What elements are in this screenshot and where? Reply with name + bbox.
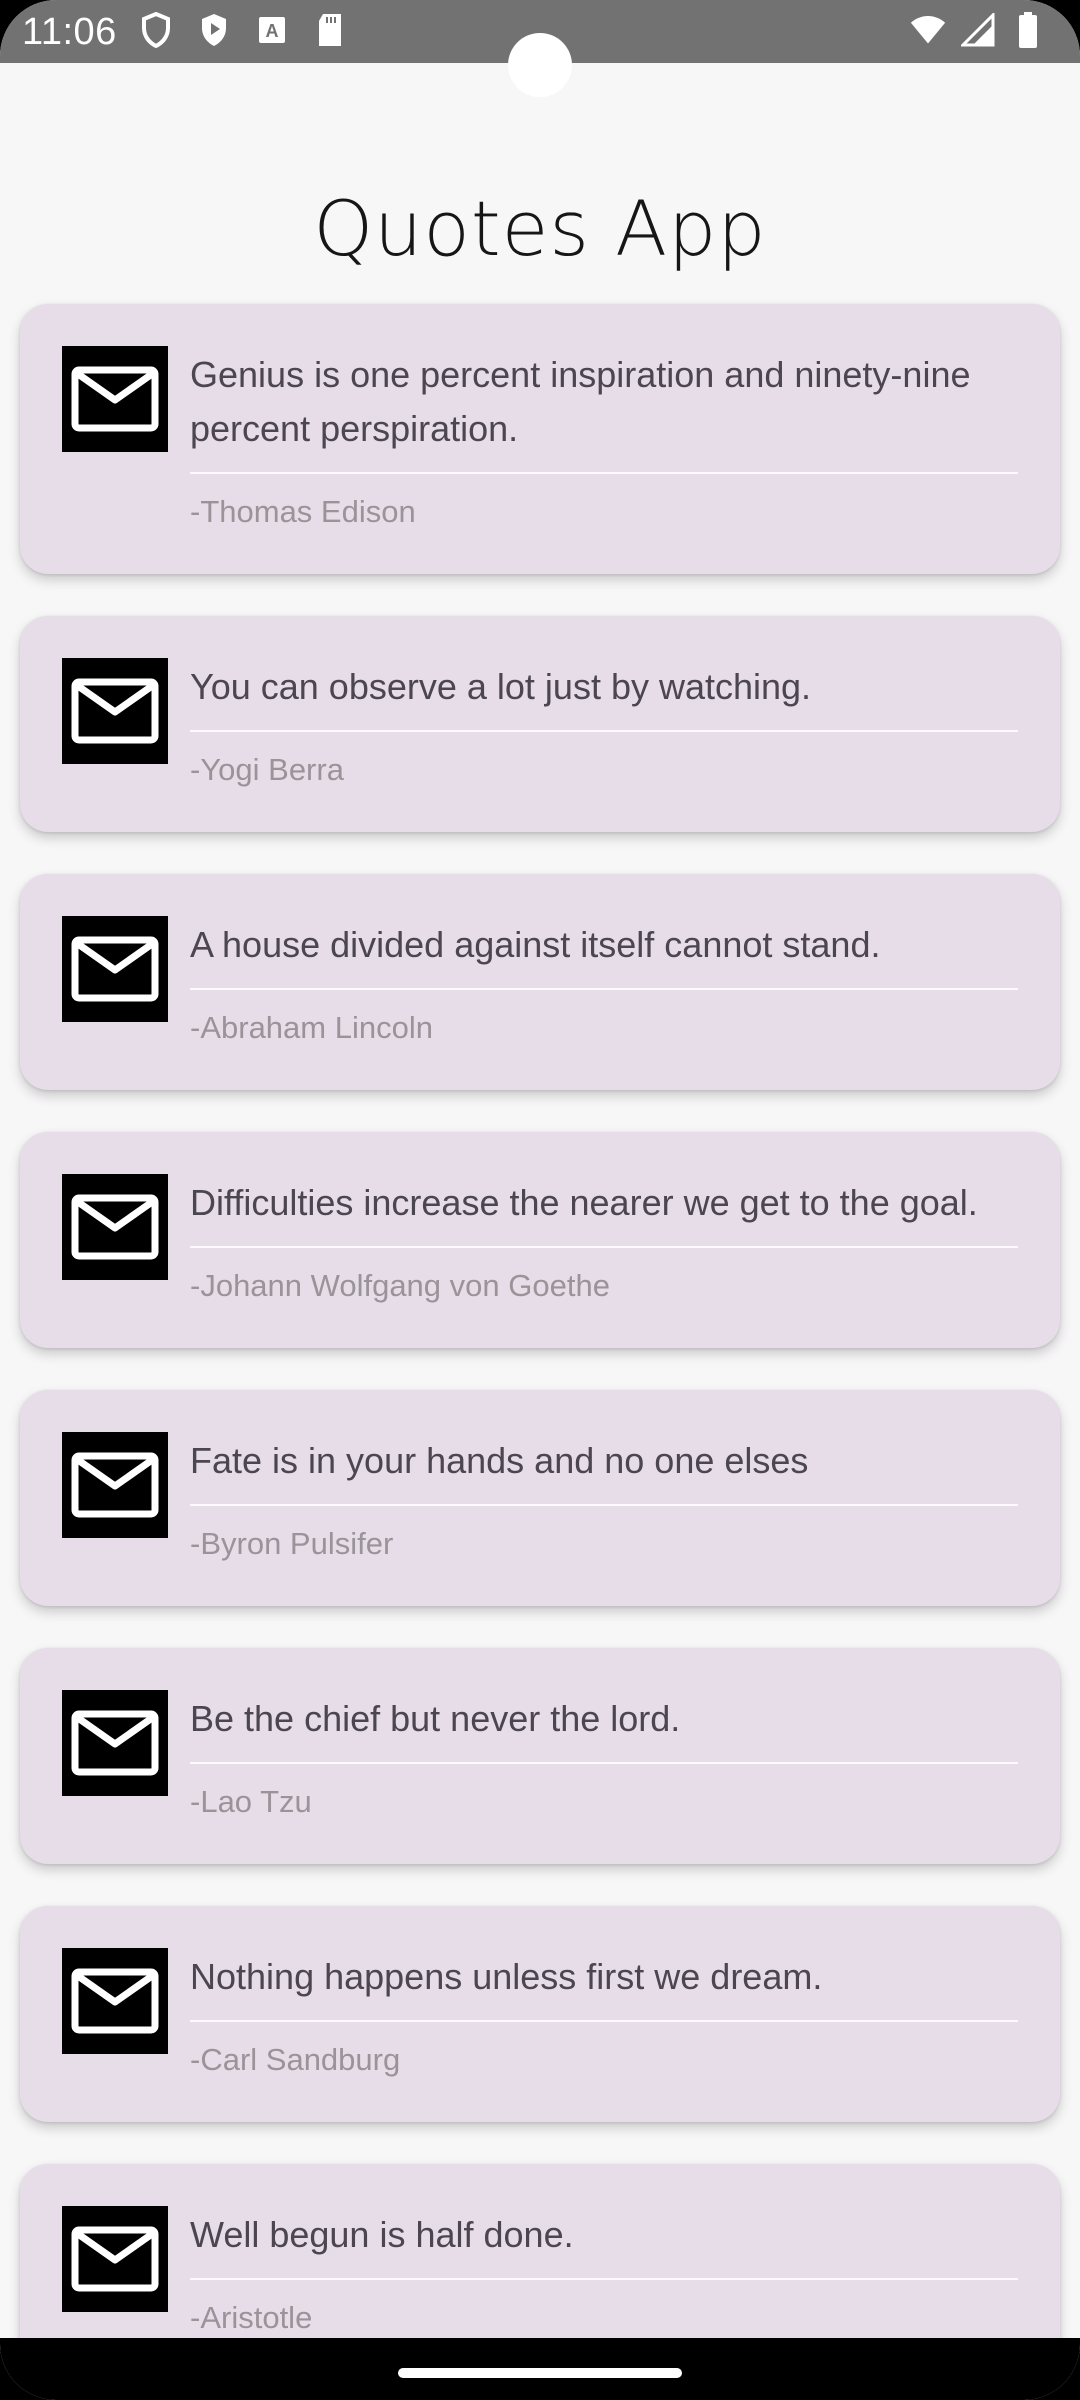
quote-text: Well begun is half done.	[190, 2214, 574, 2255]
quote-card[interactable]: Difficulties increase the nearer we get …	[20, 1132, 1060, 1348]
quote-text: Genius is one percent inspiration and ni…	[190, 354, 971, 449]
sd-card-icon	[312, 10, 348, 50]
quote-divider	[190, 988, 1018, 990]
quotes-screen: 11:06 A Quotes App Genius is one percent…	[0, 0, 1080, 2400]
mail-icon	[62, 1432, 168, 1538]
quote-card[interactable]: Fate is in your hands and no one elses -…	[20, 1390, 1060, 1606]
quote-divider	[190, 2020, 1018, 2022]
quote-text: Nothing happens unless first we dream.	[190, 1956, 823, 1997]
quote-author: -Thomas Edison	[190, 494, 416, 529]
mail-icon	[62, 1174, 168, 1280]
mail-icon	[62, 658, 168, 764]
quote-card[interactable]: Genius is one percent inspiration and ni…	[20, 304, 1060, 574]
quote-content: Difficulties increase the nearer we get …	[190, 1174, 1018, 1308]
quote-author: -Lao Tzu	[190, 1784, 312, 1819]
mail-icon	[62, 346, 168, 452]
quote-divider	[190, 1762, 1018, 1764]
quote-card[interactable]: Be the chief but never the lord. -Lao Tz…	[20, 1648, 1060, 1864]
quote-list[interactable]: Genius is one percent inspiration and ni…	[20, 304, 1060, 2380]
shield-icon	[138, 10, 174, 50]
battery-icon	[1010, 10, 1046, 50]
quote-divider	[190, 472, 1018, 474]
wifi-icon	[910, 10, 946, 50]
quote-content: A house divided against itself cannot st…	[190, 916, 1018, 1050]
quote-text: Be the chief but never the lord.	[190, 1698, 681, 1739]
mail-icon	[62, 916, 168, 1022]
quote-author: -Carl Sandburg	[190, 2042, 401, 2077]
mail-icon	[62, 1690, 168, 1796]
quote-content: Be the chief but never the lord. -Lao Tz…	[190, 1690, 1018, 1824]
mail-icon	[62, 2206, 168, 2312]
quote-divider	[190, 2278, 1018, 2280]
quote-card[interactable]: A house divided against itself cannot st…	[20, 874, 1060, 1090]
quote-text: Fate is in your hands and no one elses	[190, 1440, 809, 1481]
svg-text:A: A	[266, 21, 279, 41]
quote-divider	[190, 1504, 1018, 1506]
status-right-icons	[910, 10, 1046, 50]
quote-content: Genius is one percent inspiration and ni…	[190, 346, 1018, 534]
camera-cutout	[508, 33, 572, 97]
quote-card[interactable]: You can observe a lot just by watching. …	[20, 616, 1060, 832]
quote-author: -Yogi Berra	[190, 752, 344, 787]
mail-icon	[62, 1948, 168, 2054]
quote-content: Fate is in your hands and no one elses -…	[190, 1432, 1018, 1566]
status-time: 11:06	[22, 11, 117, 53]
status-left-icons: A	[138, 10, 348, 50]
cell-signal-icon	[960, 10, 996, 50]
quote-author: -Byron Pulsifer	[190, 1526, 394, 1561]
quote-text: Difficulties increase the nearer we get …	[190, 1182, 978, 1223]
play-protect-icon	[196, 10, 232, 50]
quote-author: -Abraham Lincoln	[190, 1010, 433, 1045]
page-title: Quotes App	[313, 183, 767, 273]
quote-author: -Johann Wolfgang von Goethe	[190, 1268, 610, 1303]
quote-content: Nothing happens unless first we dream. -…	[190, 1948, 1018, 2082]
quote-card[interactable]: Nothing happens unless first we dream. -…	[20, 1906, 1060, 2122]
quote-divider	[190, 730, 1018, 732]
quote-text: A house divided against itself cannot st…	[190, 924, 881, 965]
quote-content: You can observe a lot just by watching. …	[190, 658, 1018, 792]
home-indicator[interactable]	[398, 2368, 682, 2378]
quote-text: You can observe a lot just by watching.	[190, 666, 812, 707]
quote-divider	[190, 1246, 1018, 1248]
text-box-icon: A	[254, 10, 290, 50]
quote-author: -Aristotle	[190, 2300, 313, 2335]
quote-content: Well begun is half done. -Aristotle	[190, 2206, 1018, 2340]
